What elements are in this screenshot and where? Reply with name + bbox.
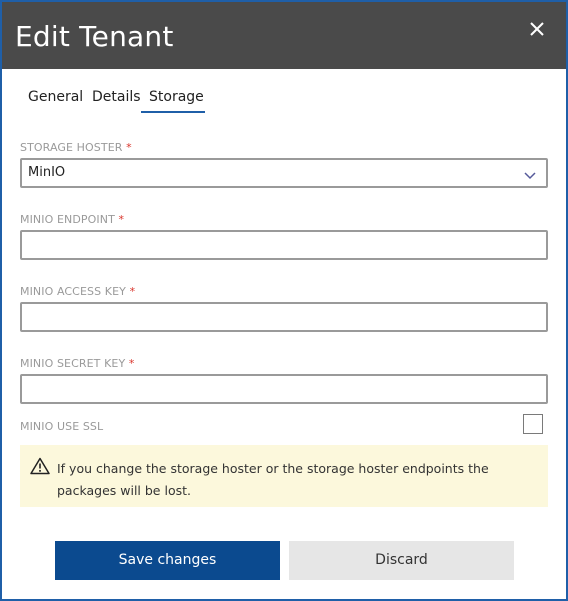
- close-icon[interactable]: [527, 19, 547, 39]
- chevron-down-icon: [524, 168, 536, 180]
- minio-access-key-input[interactable]: [20, 302, 548, 332]
- save-changes-button[interactable]: Save changes: [55, 541, 280, 580]
- storage-hoster-value: MinIO: [28, 165, 66, 180]
- minio-use-ssl-label: MINIO USE SSL: [20, 420, 104, 433]
- storage-hoster-label: STORAGE HOSTER *: [20, 141, 132, 154]
- minio-endpoint-input[interactable]: [20, 230, 548, 260]
- dialog-header: Edit Tenant: [2, 2, 566, 69]
- warning-banner: If you change the storage hoster or the …: [20, 445, 548, 507]
- edit-tenant-dialog: Edit Tenant General Details Storage STOR…: [0, 0, 568, 601]
- storage-hoster-select[interactable]: MinIO: [20, 158, 548, 188]
- minio-endpoint-label-text: MINIO ENDPOINT: [20, 213, 115, 226]
- warning-icon: [30, 457, 50, 475]
- tab-storage[interactable]: Storage: [149, 89, 204, 105]
- required-mark: *: [126, 141, 132, 154]
- required-mark: *: [128, 357, 135, 370]
- discard-button[interactable]: Discard: [289, 541, 514, 580]
- minio-access-key-label: MINIO ACCESS KEY *: [20, 285, 135, 298]
- minio-secret-key-input[interactable]: [20, 374, 548, 404]
- minio-secret-key-label-text: MINIO SECRET KEY: [20, 357, 126, 370]
- tab-bar: General Details Storage: [2, 69, 566, 117]
- minio-access-key-label-text: MINIO ACCESS KEY: [20, 285, 126, 298]
- required-mark: *: [118, 213, 125, 226]
- storage-hoster-label-text: STORAGE HOSTER: [20, 141, 123, 154]
- minio-use-ssl-checkbox[interactable]: [523, 414, 543, 434]
- active-tab-indicator: [141, 111, 205, 113]
- minio-endpoint-label: MINIO ENDPOINT *: [20, 213, 124, 226]
- warning-text: If you change the storage hoster or the …: [57, 461, 489, 498]
- tab-general[interactable]: General: [28, 89, 83, 105]
- required-mark: *: [129, 285, 136, 298]
- minio-secret-key-label: MINIO SECRET KEY *: [20, 357, 135, 370]
- tab-details[interactable]: Details: [92, 89, 141, 105]
- dialog-title: Edit Tenant: [15, 20, 174, 53]
